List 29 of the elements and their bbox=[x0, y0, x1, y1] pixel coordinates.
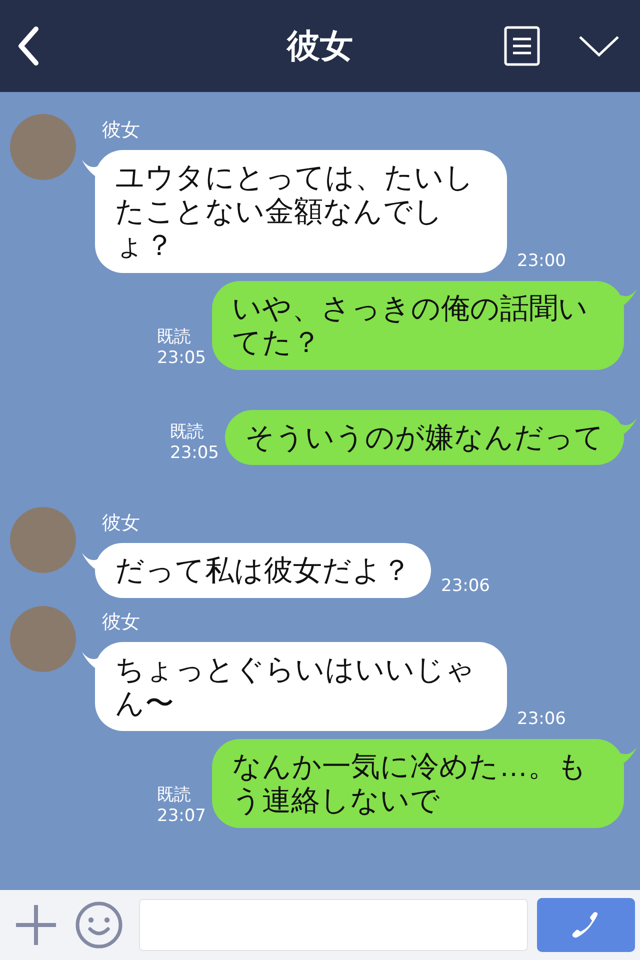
message-bubble: ちょっとぐらいはいいじゃん〜 bbox=[95, 642, 507, 731]
message-time: 23:07 bbox=[157, 806, 206, 826]
smiley-icon[interactable] bbox=[75, 901, 123, 949]
message-bubble: なんか一気に冷めた…。もう連絡しないで bbox=[212, 739, 624, 828]
call-button[interactable] bbox=[537, 898, 635, 952]
message-bubble: いや、さっきの俺の話聞いてた？ bbox=[212, 281, 624, 370]
message-input-field[interactable] bbox=[139, 899, 528, 951]
bubble-tail bbox=[621, 289, 637, 307]
read-receipt: 既読 bbox=[157, 784, 192, 806]
note-icon[interactable] bbox=[504, 26, 540, 66]
sender-name: 彼女 bbox=[102, 610, 140, 635]
sender-name: 彼女 bbox=[102, 511, 140, 536]
message-bubble: そういうのが嫌なんだって bbox=[225, 410, 624, 465]
sender-name: 彼女 bbox=[102, 118, 140, 143]
chevron-down-icon[interactable] bbox=[578, 35, 620, 57]
back-icon[interactable] bbox=[16, 26, 40, 66]
message-time: 23:05 bbox=[170, 443, 219, 463]
message-time: 23:06 bbox=[441, 576, 490, 596]
read-receipt: 既読 bbox=[157, 326, 192, 348]
message-time: 23:00 bbox=[517, 251, 566, 271]
plus-icon[interactable] bbox=[15, 904, 57, 946]
chat-title: 彼女 bbox=[285, 24, 354, 66]
message-time: 23:06 bbox=[517, 709, 566, 729]
message-time: 23:05 bbox=[157, 348, 206, 368]
message-bubble: だって私は彼女だよ？ bbox=[95, 543, 431, 598]
bubble-tail bbox=[621, 418, 637, 436]
read-receipt: 既読 bbox=[170, 421, 205, 443]
bubble-tail bbox=[621, 747, 637, 765]
message-bubble: ユウタにとっては、たいしたことない金額なんでしょ？ bbox=[95, 150, 507, 273]
